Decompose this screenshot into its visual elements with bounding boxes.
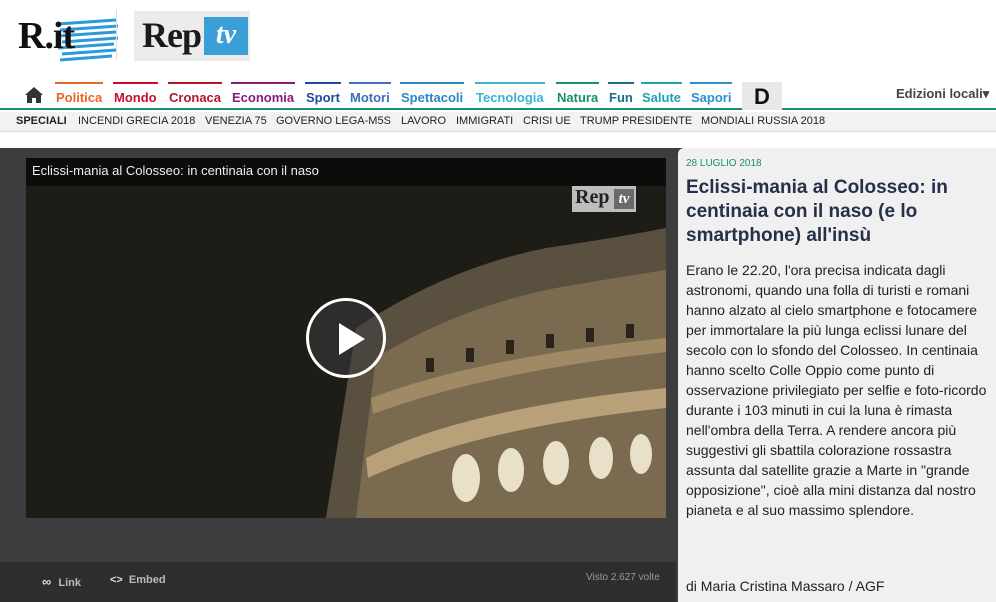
link-button[interactable]: ∞ Link	[42, 574, 81, 589]
speciali-item[interactable]: TRUMP PRESIDENTE	[580, 115, 692, 127]
main-nav: Politica Mondo Cronaca Economia Sport Motori S…	[0, 80, 996, 110]
nav-item-politica[interactable]: Politica	[55, 82, 104, 108]
nav-item-sport[interactable]: Sport	[305, 82, 341, 108]
nav-item-salute[interactable]: Salute	[641, 82, 683, 108]
view-count: Visto 2.627 volte	[586, 572, 660, 583]
article-body: Erano le 22.20, l'ora precisa indicata d…	[686, 262, 987, 518]
speciali-bar: SPECIALI INCENDI GRECIA 2018 VENEZIA 75 …	[0, 112, 996, 132]
logo-text: R.it	[18, 15, 75, 57]
video-actions-bar: ∞ Link <> Embed	[0, 562, 676, 602]
speciali-item[interactable]: INCENDI GRECIA 2018	[78, 115, 195, 127]
speciali-item[interactable]: VENEZIA 75	[205, 115, 267, 127]
site-header: R.it Rep tv	[0, 0, 996, 78]
speciali-item[interactable]: MONDIALI RUSSIA 2018	[701, 115, 825, 127]
video-logo-rep: Rep	[575, 186, 610, 208]
embed-button[interactable]: <> Embed	[110, 574, 166, 586]
video-player[interactable]: Eclissi-mania al Colosseo: in centinaia …	[26, 158, 666, 518]
nav-item-tecnologia[interactable]: Tecnologia	[475, 82, 545, 108]
nav-item-fun[interactable]: Fun	[608, 82, 634, 108]
reptv-logo-tv: tv	[204, 17, 248, 55]
speciali-item[interactable]: IMMIGRATI	[456, 115, 513, 127]
article-panel: 28 LUGLIO 2018 Eclissi-mania al Colosseo…	[678, 148, 996, 602]
link-label: Link	[58, 577, 81, 589]
nav-item-sapori[interactable]: Sapori	[690, 82, 733, 108]
d-magazine-link[interactable]: D	[742, 82, 782, 110]
article-date: 28 LUGLIO 2018	[686, 158, 762, 169]
nav-item-spettacoli[interactable]: Spettacoli	[400, 82, 465, 108]
reptv-logo[interactable]: Rep tv	[134, 11, 250, 61]
video-title: Eclissi-mania al Colosseo: in centinaia …	[26, 158, 666, 186]
video-logo-tv: tv	[614, 189, 634, 209]
nav-item-cronaca[interactable]: Cronaca	[168, 82, 223, 108]
speciali-label: SPECIALI	[16, 115, 67, 127]
logo-divider	[116, 10, 117, 60]
speciali-item[interactable]: CRISI UE	[523, 115, 571, 127]
video-watermark-logo: Rep tv	[572, 186, 636, 212]
play-button[interactable]	[306, 298, 386, 378]
embed-icon: <>	[110, 574, 123, 586]
chevron-down-icon: ▾	[982, 86, 990, 101]
repubblica-logo[interactable]: R.it	[18, 12, 119, 64]
speciali-item[interactable]: GOVERNO LEGA-M5S	[276, 115, 391, 127]
edizioni-locali-label: Edizioni locali	[896, 86, 983, 101]
embed-label: Embed	[128, 574, 166, 586]
nav-item-mondo[interactable]: Mondo	[113, 82, 158, 108]
edizioni-locali-dropdown[interactable]: Edizioni locali▾	[896, 86, 989, 102]
reptv-logo-rep: Rep	[142, 15, 202, 55]
article-title: Eclissi-mania al Colosseo: in centinaia …	[686, 177, 948, 246]
link-icon: ∞	[42, 574, 52, 589]
article-author: di Maria Cristina Massaro / AGF	[686, 578, 885, 594]
nav-item-natura[interactable]: Natura	[556, 82, 600, 108]
nav-item-motori[interactable]: Motori	[349, 82, 391, 108]
home-icon[interactable]	[24, 86, 44, 104]
speciali-item[interactable]: LAVORO	[401, 115, 446, 127]
nav-item-economia[interactable]: Economia	[231, 82, 296, 108]
